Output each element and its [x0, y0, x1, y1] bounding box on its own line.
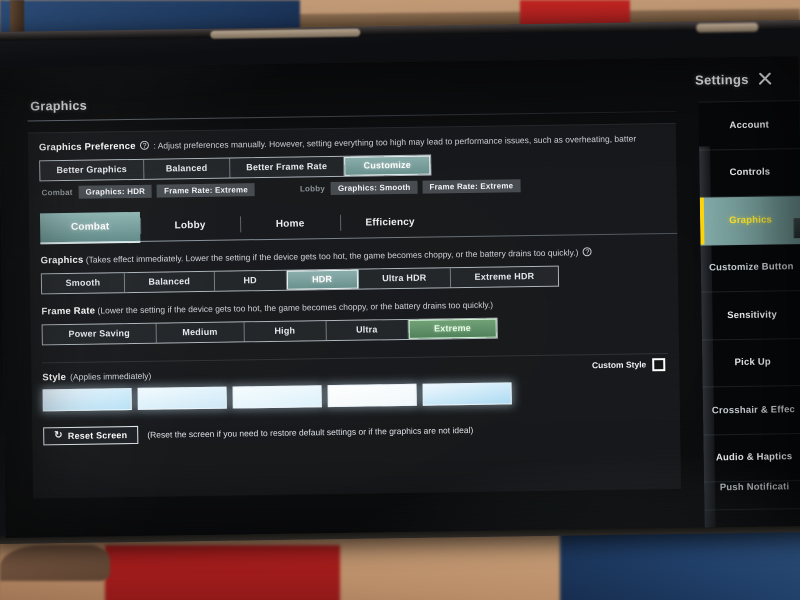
style-label: Style	[42, 371, 67, 383]
reset-screen-button-label: Reset Screen	[67, 429, 128, 441]
sidebar-item-account[interactable]: Account	[698, 101, 800, 151]
graphics-quality-header: Graphics (Takes effect immediately. Lowe…	[41, 246, 667, 267]
graphics-option-hdr[interactable]: HDR	[286, 269, 359, 290]
graphics-preference-summary: Combat Graphics: HDR Frame Rate: Extreme…	[40, 177, 666, 199]
custom-style-toggle[interactable]: Custom Style	[591, 357, 666, 372]
style-description: (Applies immediately)	[70, 370, 152, 382]
undo-arrow-icon: ↻	[54, 429, 63, 441]
framerate-option-medium[interactable]: Medium	[156, 321, 245, 343]
graphics-preference-label: Graphics Preference	[38, 140, 136, 154]
settings-overlay: Graphics Graphics Preference ? : Adjust …	[0, 56, 800, 538]
sidebar-item-crosshair-effects[interactable]: Crosshair & Effec	[702, 386, 800, 436]
graphics-preference-segmented-control[interactable]: Better Graphics Balanced Better Frame Ra…	[39, 154, 432, 182]
graphics-option-extreme-hdr[interactable]: Extreme HDR	[450, 266, 559, 288]
background-red-cloth-bottom	[105, 545, 340, 600]
style-swatch[interactable]	[422, 382, 512, 406]
frame-rate-segmented-control[interactable]: Power Saving Medium High Ultra Extreme	[41, 317, 498, 345]
settings-sidebar: Settings Account Controls Graphics Custo…	[687, 56, 800, 528]
custom-style-checkbox[interactable]	[652, 357, 666, 371]
sidebar-item-graphics[interactable]: Graphics	[699, 196, 800, 246]
reset-screen-button[interactable]: ↻ Reset Screen	[43, 425, 139, 445]
graphics-quality-label: Graphics	[40, 254, 84, 267]
sidebar-title: Settings	[694, 71, 749, 88]
style-header: Style (Applies immediately)	[42, 363, 668, 383]
preference-option-better-graphics[interactable]: Better Graphics	[40, 159, 145, 181]
graphics-option-smooth[interactable]: Smooth	[41, 272, 125, 294]
sidebar-item-audio-haptics[interactable]: Audio & Haptics	[703, 433, 800, 483]
phone-screen: Graphics Graphics Preference ? : Adjust …	[0, 56, 800, 538]
graphics-option-ultra-hdr[interactable]: Ultra HDR	[358, 268, 452, 289]
framerate-option-high[interactable]: High	[244, 320, 327, 341]
style-swatch[interactable]	[232, 384, 322, 409]
reset-screen-description: (Reset the screen if you need to restore…	[147, 424, 474, 440]
graphics-quality-segmented-control[interactable]: Smooth Balanced HD HDR Ultra HDR Extreme…	[40, 265, 560, 295]
framerate-option-ultra[interactable]: Ultra	[326, 319, 409, 340]
sidebar-item-customize-button[interactable]: Customize Button	[700, 243, 800, 293]
photograph-of-phone-screen: Graphics Graphics Preference ? : Adjust …	[0, 0, 800, 600]
summary-chip-combat-framerate: Frame Rate: Extreme	[157, 183, 256, 198]
scope-tabs[interactable]: Combat Lobby Home Efficiency	[39, 204, 678, 244]
sidebar-item-sensitivity[interactable]: Sensitivity	[701, 291, 800, 341]
summary-group-combat: Combat Graphics: HDR Frame Rate: Extreme	[40, 183, 260, 199]
custom-style-label: Custom Style	[591, 359, 647, 371]
phone-camera-module	[696, 22, 759, 33]
summary-chip-lobby-graphics: Graphics: Smooth	[330, 180, 418, 195]
background-thumb	[0, 545, 110, 581]
frame-rate-label: Frame Rate	[41, 305, 96, 318]
graphics-quality-description: (Takes effect immediately. Lower the set…	[85, 247, 579, 265]
style-swatch[interactable]	[327, 383, 417, 407]
sidebar-item-controls[interactable]: Controls	[699, 148, 800, 198]
graphics-preference-description: : Adjust preferences manually. However, …	[153, 133, 637, 151]
title-divider	[27, 110, 676, 122]
summary-scope-combat: Combat	[41, 187, 73, 198]
phone-body: Graphics Graphics Preference ? : Adjust …	[0, 19, 800, 545]
graphics-quality-block: Graphics (Takes effect immediately. Lowe…	[40, 246, 668, 295]
preference-option-better-frame-rate[interactable]: Better Frame Rate	[229, 156, 345, 178]
tab-efficiency[interactable]: Efficiency	[340, 207, 440, 238]
graphics-option-hd[interactable]: HD	[214, 270, 287, 291]
graphics-option-balanced[interactable]: Balanced	[124, 271, 215, 292]
sidebar-active-edge-badge	[793, 218, 800, 239]
page-title: Graphics	[30, 98, 88, 114]
graphics-settings-content: Graphics Graphics Preference ? : Adjust …	[27, 90, 682, 512]
summary-scope-lobby: Lobby	[299, 184, 325, 194]
frame-rate-description: (Lower the setting if the device gets to…	[97, 299, 494, 316]
summary-group-lobby: Lobby Graphics: Smooth Frame Rate: Extre…	[298, 179, 526, 195]
reset-screen-row: ↻ Reset Screen (Reset the screen if you …	[43, 418, 669, 445]
tab-combat[interactable]: Combat	[39, 211, 141, 244]
question-mark-icon[interactable]: ?	[582, 247, 592, 257]
style-block: Style (Applies immediately) Custom Style	[42, 352, 669, 411]
framerate-option-power-saving[interactable]: Power Saving	[42, 323, 157, 344]
style-swatch[interactable]	[137, 386, 227, 410]
summary-spacer	[260, 189, 298, 190]
graphics-preference-header: Graphics Preference ? : Adjust preferenc…	[39, 133, 665, 154]
style-swatch[interactable]	[42, 387, 132, 411]
sidebar-header: Settings	[687, 56, 800, 102]
framerate-option-extreme[interactable]: Extreme	[408, 318, 497, 339]
sidebar-item-pick-up[interactable]: Pick Up	[701, 338, 800, 388]
style-swatch-list[interactable]	[42, 380, 669, 411]
phone-speaker-grille	[210, 28, 361, 39]
summary-chip-lobby-framerate: Frame Rate: Extreme	[422, 179, 521, 194]
frame-rate-header: Frame Rate (Lower the setting if the dev…	[41, 297, 667, 318]
summary-chip-combat-graphics: Graphics: HDR	[78, 184, 153, 199]
sidebar-item-list[interactable]: Account Controls Graphics Customize Butt…	[698, 100, 800, 528]
tab-lobby[interactable]: Lobby	[140, 210, 240, 241]
preference-option-customize[interactable]: Customize	[344, 155, 431, 176]
settings-card: Graphics Preference ? : Adjust preferenc…	[27, 122, 682, 499]
sidebar-item-push-notifications[interactable]: Push Notificati	[704, 481, 800, 511]
preference-option-balanced[interactable]: Balanced	[143, 158, 231, 179]
question-mark-icon[interactable]: ?	[140, 140, 150, 150]
tab-home[interactable]: Home	[240, 209, 340, 240]
frame-rate-block: Frame Rate (Lower the setting if the dev…	[41, 297, 668, 345]
close-x-icon[interactable]	[756, 70, 773, 87]
